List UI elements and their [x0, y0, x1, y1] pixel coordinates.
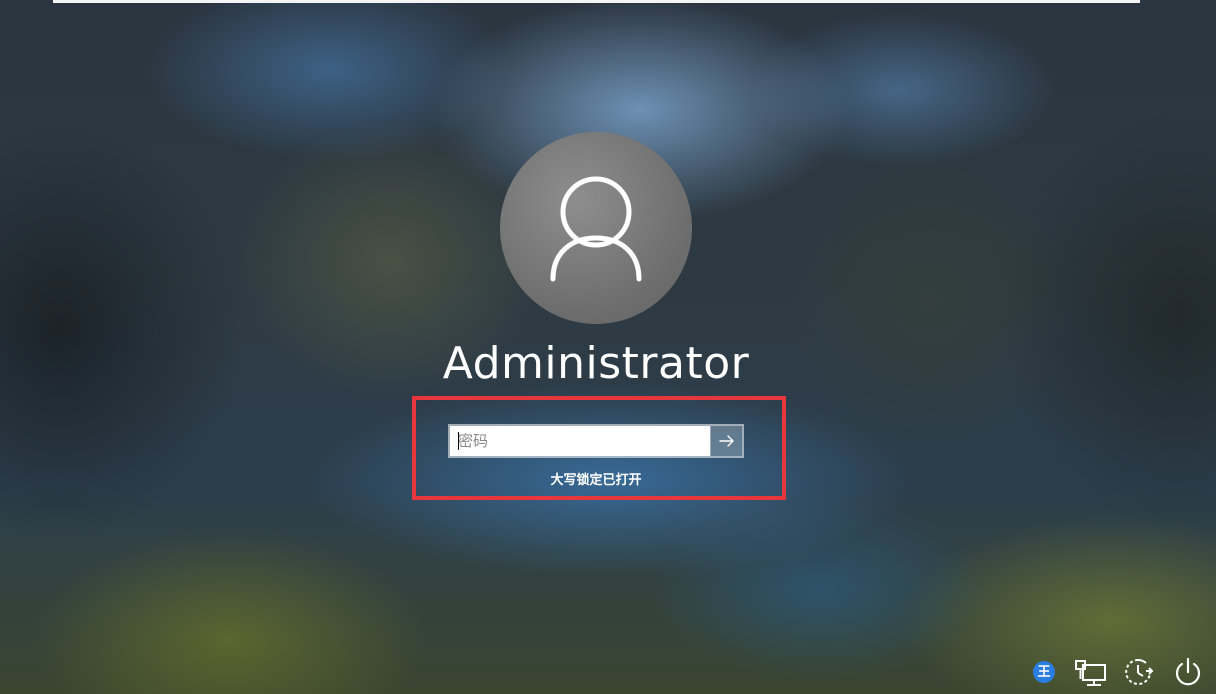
- username-label: Administrator: [442, 338, 750, 389]
- text-caret: [458, 432, 459, 450]
- capslock-warning: 大写锁定已打开: [550, 473, 642, 488]
- submit-button[interactable]: [710, 426, 742, 456]
- password-input[interactable]: [450, 426, 710, 456]
- arrow-right-icon: [718, 435, 734, 447]
- power-button[interactable]: [1171, 655, 1205, 689]
- user-avatar: [500, 132, 692, 324]
- input-method-button[interactable]: 王: [1027, 655, 1061, 689]
- ease-of-access-icon: [1125, 658, 1154, 685]
- lock-screen: Administrator 大写锁定已打开 王: [0, 0, 1216, 694]
- input-method-icon: 王: [1033, 661, 1055, 683]
- ease-of-access-button[interactable]: [1122, 655, 1156, 689]
- power-icon: [1175, 657, 1201, 686]
- password-row: [448, 424, 744, 458]
- top-edge-bar: [53, 0, 1140, 3]
- network-button[interactable]: [1074, 655, 1108, 689]
- network-icon: [1075, 660, 1106, 686]
- user-silhouette-icon: [550, 176, 642, 282]
